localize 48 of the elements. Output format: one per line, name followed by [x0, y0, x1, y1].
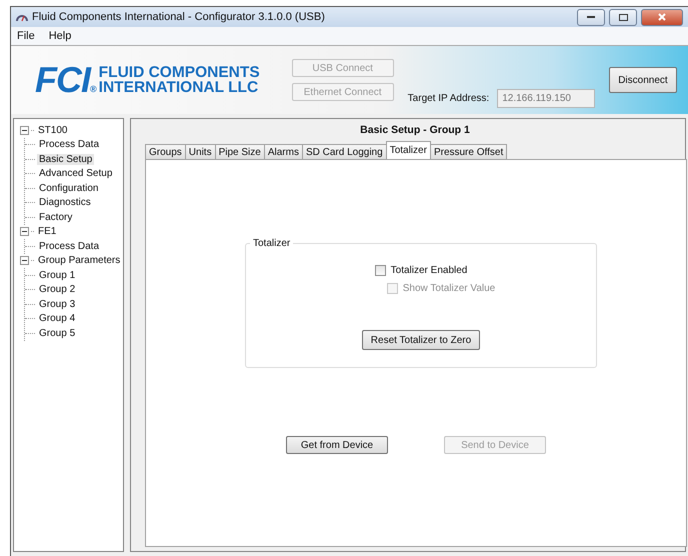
tab[interactable]: Pipe Size	[214, 144, 265, 159]
tree-item[interactable]: Group 5	[37, 328, 78, 339]
checkbox-label: Show Totalizer Value	[402, 283, 496, 294]
tree-item[interactable]: Process Data	[37, 240, 102, 252]
gauge-icon	[16, 12, 28, 22]
menu-item[interactable]: File	[17, 30, 35, 42]
menu-item[interactable]: Help	[48, 30, 72, 42]
tree-item[interactable]: Group 3	[37, 298, 78, 310]
checkbox[interactable]	[374, 265, 386, 276]
close-icon	[658, 13, 666, 21]
tab[interactable]: Totalizer	[386, 141, 431, 159]
tree-item[interactable]: Group 1	[37, 270, 78, 281]
checkbox-label: Totalizer Enabled	[390, 265, 468, 276]
tree-item[interactable]: Factory	[37, 212, 74, 223]
tree-item[interactable]: Basic Setup	[37, 154, 94, 165]
tree-item[interactable]: Group 2	[37, 284, 78, 296]
minimize-icon	[587, 15, 595, 19]
group-title: Totalizer	[252, 238, 292, 249]
registered-mark: ®	[90, 84, 97, 94]
collapse-icon[interactable]	[20, 126, 29, 135]
maximize-icon	[618, 14, 628, 20]
minimize-button[interactable]	[577, 8, 605, 26]
tab[interactable]: Pressure Offset	[430, 144, 508, 159]
tree-item[interactable]: Group 4	[37, 313, 78, 324]
get-button[interactable]: Get from Device	[286, 436, 388, 454]
tab[interactable]: Groups	[145, 144, 186, 159]
tree-item[interactable]: Configuration	[37, 182, 100, 194]
disconnect-button[interactable]: Disconnect	[609, 67, 677, 93]
tab[interactable]: Alarms	[264, 144, 303, 159]
reset-button[interactable]: Reset Totalizer to Zero	[362, 330, 480, 350]
collapse-icon[interactable]	[20, 227, 29, 236]
tab[interactable]: SD Card Logging	[302, 144, 387, 159]
close-button[interactable]	[641, 8, 683, 26]
ip-address-label: Target IP Address:	[408, 93, 490, 104]
tree-item[interactable]: Advanced Setup	[37, 168, 114, 180]
logo-mark: FCI	[35, 65, 90, 95]
tree-item[interactable]: Group Parameters	[36, 255, 122, 266]
window-title: Fluid Components International - Configurator 3.1.0.0 (USB)	[32, 11, 326, 23]
tree-item[interactable]: FE1	[36, 226, 58, 238]
tree-item[interactable]: ST100	[36, 124, 70, 136]
logo-text: INTERNATIONAL LLC	[98, 80, 260, 95]
tab[interactable]: Units	[184, 144, 216, 159]
maximize-button[interactable]	[609, 8, 637, 26]
tree-item[interactable]: Process Data	[37, 139, 102, 150]
page-title: Basic Setup - Group 1	[359, 124, 471, 136]
tree-item[interactable]: Diagnostics	[37, 197, 93, 208]
collapse-icon[interactable]	[20, 256, 29, 266]
logo-text: FLUID COMPONENTS	[98, 65, 260, 80]
